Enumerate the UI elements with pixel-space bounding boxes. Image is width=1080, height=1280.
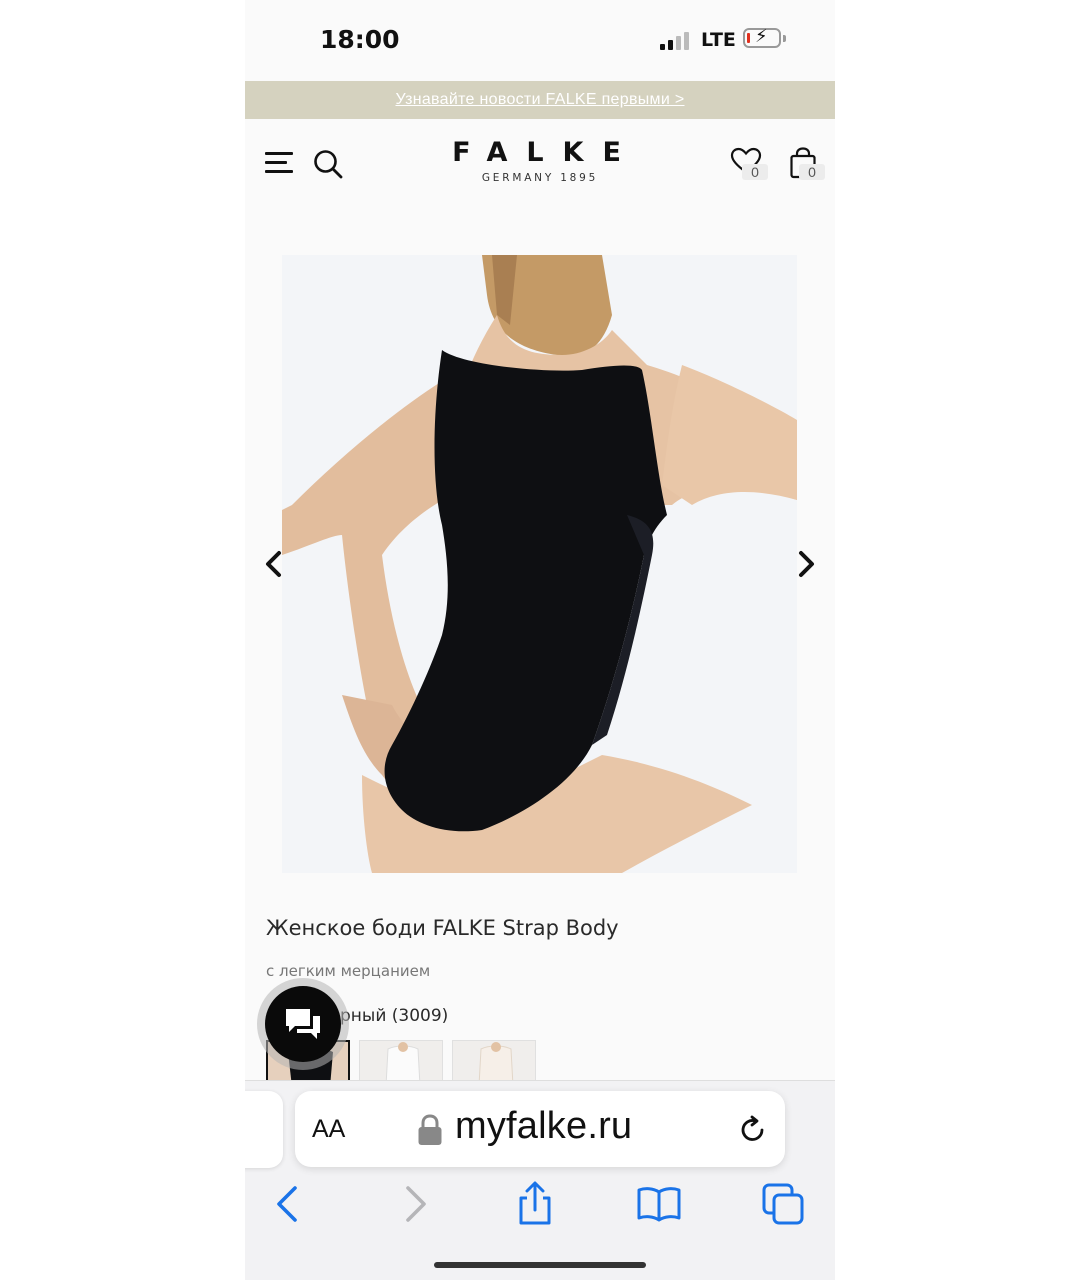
product-title: Женское боди FALKE Strap Body (266, 916, 619, 940)
color-label: рный (3009) (340, 1006, 449, 1026)
network-label: LTE (701, 29, 736, 51)
gallery-next-arrow-icon[interactable] (793, 549, 819, 579)
cart-button[interactable]: 0 (787, 147, 827, 183)
promo-link[interactable]: Узнавайте новости FALKE первыми > (396, 91, 685, 109)
signal-icon (660, 30, 692, 50)
brand-logo[interactable]: FALKE GERMANY 1895 (440, 137, 640, 184)
battery-icon: ⚡ (743, 26, 781, 48)
status-time: 18:00 (320, 25, 400, 54)
reload-icon[interactable] (738, 1115, 768, 1145)
wishlist-count: 0 (742, 164, 768, 180)
site-header: FALKE GERMANY 1895 0 0 (245, 119, 835, 214)
cart-count: 0 (799, 164, 825, 180)
text-size-button[interactable]: AA (312, 1115, 345, 1144)
wishlist-button[interactable]: 0 (730, 147, 770, 183)
bookmarks-book-icon[interactable] (636, 1181, 682, 1227)
brand-tagline: GERMANY 1895 (481, 172, 599, 184)
swatch-white[interactable] (359, 1040, 443, 1085)
status-bar: 18:00 LTE ⚡ (245, 0, 835, 80)
brand-name: FALKE (452, 137, 640, 168)
product-gallery (245, 214, 835, 904)
home-indicator (434, 1262, 646, 1268)
battery-tip (783, 35, 786, 42)
chat-bubbles-icon (286, 1009, 320, 1039)
hamburger-menu-icon[interactable] (265, 152, 293, 174)
back-chevron-icon[interactable] (267, 1181, 313, 1227)
share-icon[interactable] (512, 1181, 558, 1227)
chat-button[interactable] (257, 978, 349, 1070)
lock-icon (418, 1114, 442, 1145)
search-icon[interactable] (313, 149, 343, 179)
product-subtitle: с легким мерцанием (266, 962, 431, 980)
browser-toolbar: AA myfalke.ru (245, 1080, 835, 1280)
product-photo[interactable] (282, 255, 797, 873)
tabs-icon[interactable] (760, 1181, 806, 1227)
forward-chevron-icon[interactable] (390, 1181, 436, 1227)
url-text[interactable]: myfalke.ru (455, 1105, 632, 1148)
previous-tab-card[interactable] (245, 1091, 283, 1168)
swatch-nude[interactable] (452, 1040, 536, 1085)
gallery-prev-arrow-icon[interactable] (261, 549, 287, 579)
promo-banner: Узнавайте новости FALKE первыми > (245, 81, 835, 119)
address-bar[interactable]: AA myfalke.ru (295, 1091, 785, 1167)
product-image (282, 255, 797, 873)
phone-screen: 18:00 LTE ⚡ Узнавайте новости FALKE перв… (245, 0, 835, 1280)
